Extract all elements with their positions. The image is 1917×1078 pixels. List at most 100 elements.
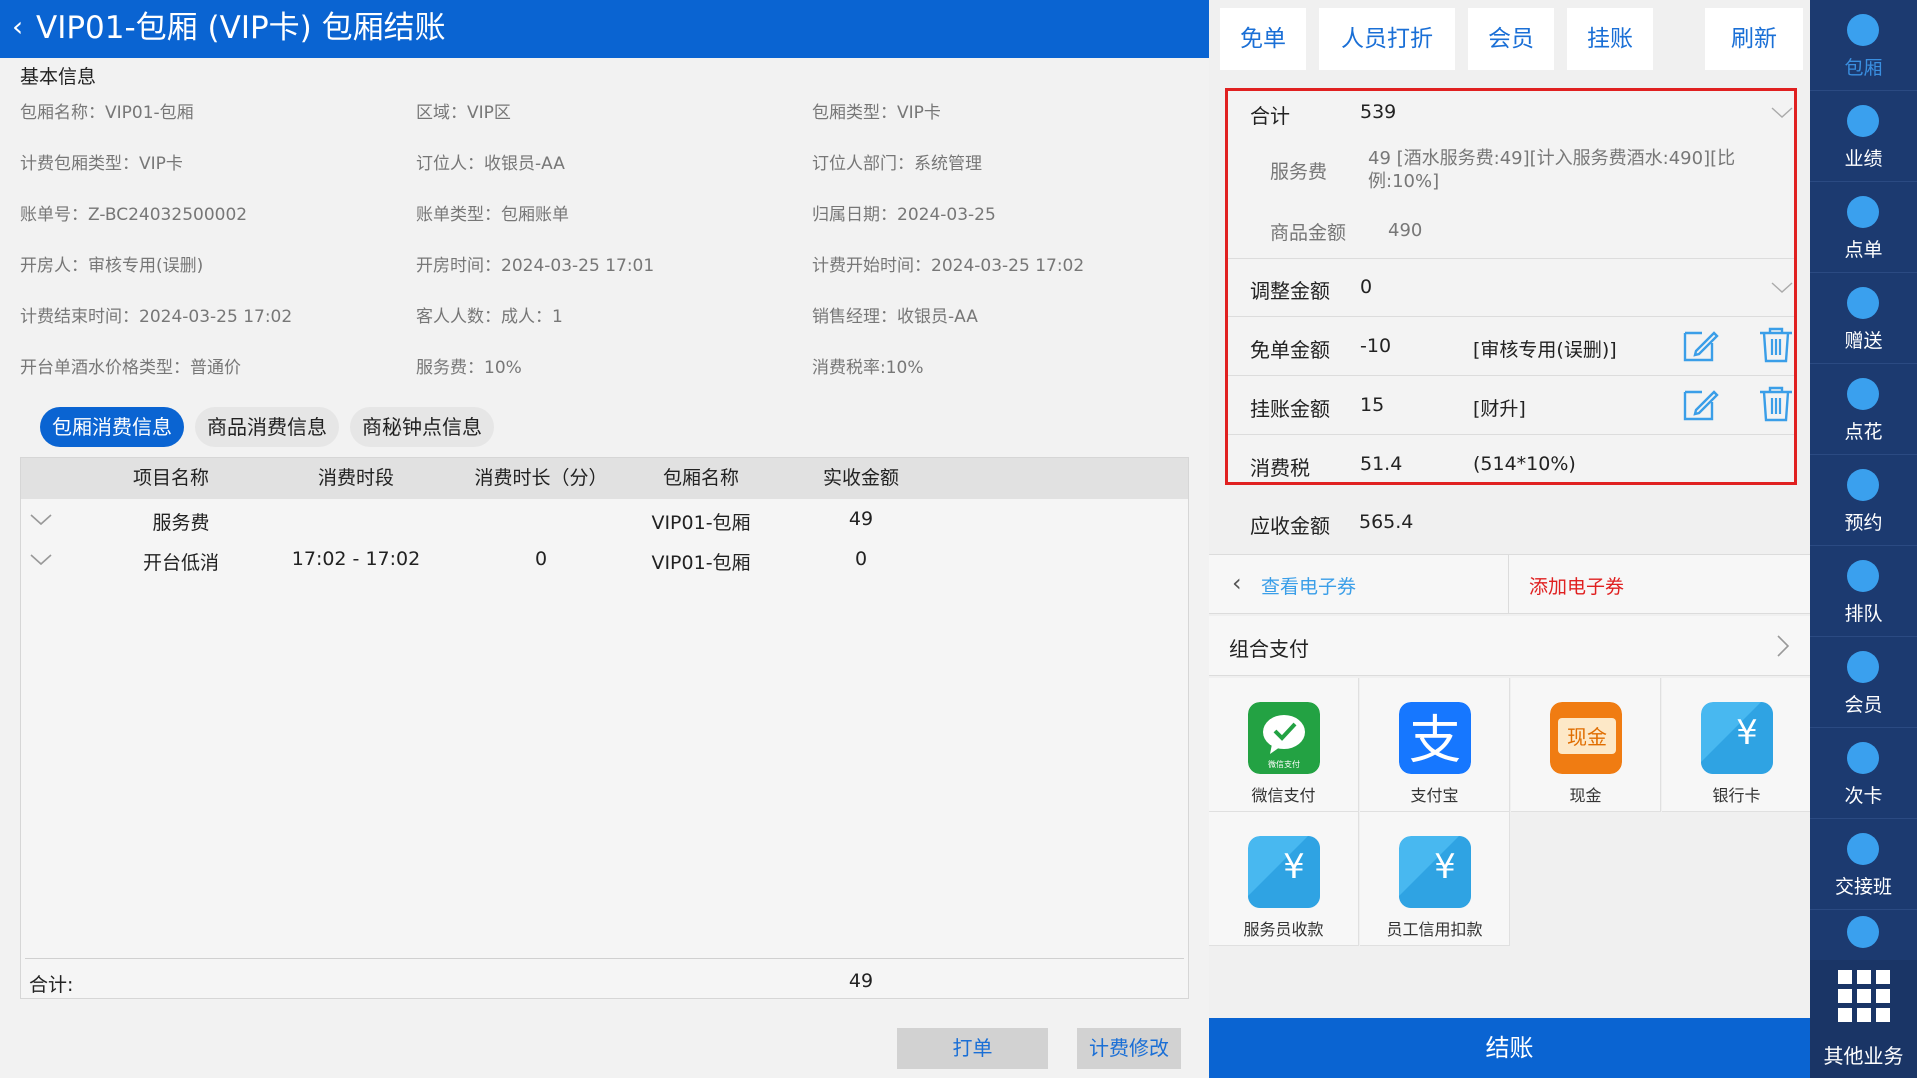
pay-alipay[interactable]: 支 支付宝	[1360, 678, 1510, 812]
free-amount-note: [审核专用(误删)]	[1473, 339, 1617, 361]
goods-amount-value: 490	[1388, 220, 1423, 241]
table-cell: 0	[534, 548, 548, 570]
pay-waiter[interactable]: ¥ 服务员收款	[1209, 812, 1359, 946]
staff-discount-button[interactable]: 人员打折	[1319, 8, 1455, 70]
sidebar-item-rooms[interactable]: 包厢	[1810, 0, 1917, 91]
shift-handover-icon	[1847, 833, 1879, 865]
view-coupon-link[interactable]: ‹ 查看电子券	[1209, 555, 1507, 613]
sidebar-item-flowers[interactable]: 点花	[1810, 364, 1917, 455]
sidebar-item-reservation[interactable]: 预约	[1810, 455, 1917, 546]
adjust-amount-value: 0	[1360, 276, 1373, 298]
alipay-icon: 支	[1399, 702, 1471, 774]
sidebar-item-member[interactable]: 会员	[1810, 637, 1917, 728]
credit-account-button[interactable]: 挂账	[1567, 8, 1653, 70]
chevron-left-icon: ‹	[1232, 569, 1242, 597]
chevron-left-icon[interactable]: ‹	[12, 12, 23, 42]
delete-icon[interactable]	[1756, 325, 1796, 365]
combo-pay-row[interactable]: 组合支付	[1209, 616, 1810, 676]
bank-card-icon-text: ¥	[1736, 713, 1758, 753]
tab-goods-consumption[interactable]: 商品消费信息	[195, 407, 339, 447]
consumption-table: 项目名称 消费时段 消费时长（分） 包厢名称 实收金额 服务费 VIP01-包厢…	[20, 457, 1189, 999]
payment-panel: 免单 人员打折 会员 挂账 刷新 合计 539 服务费 49 [酒水服务费:49…	[1209, 0, 1812, 1078]
chevron-down-icon[interactable]	[1770, 276, 1794, 300]
refresh-button[interactable]: 刷新	[1705, 8, 1803, 70]
pay-bank-card[interactable]: ¥ 银行卡	[1662, 678, 1812, 812]
service-fee-label: 服务费	[1270, 161, 1328, 183]
sidebar-item-report[interactable]	[1810, 910, 1917, 950]
table-cell: 开台低消	[142, 552, 219, 574]
table-cell: 服务费	[152, 512, 210, 534]
bill-summary: 合计 539 服务费 49 [酒水服务费:49][计入服务费酒水:490][比例…	[1225, 88, 1797, 485]
table-header: 项目名称 消费时段 消费时长（分） 包厢名称 实收金额	[21, 458, 1188, 499]
info-field: 计费开始时间：2024-03-25 17:02	[812, 256, 1085, 276]
sidebar-item-order[interactable]: 点单	[1810, 182, 1917, 273]
member-icon	[1847, 651, 1879, 683]
rooms-icon	[1847, 14, 1879, 46]
free-order-button[interactable]: 免单	[1220, 8, 1306, 70]
sidebar-item-label: 交接班	[1834, 876, 1892, 898]
queue-icon	[1847, 560, 1879, 592]
edit-icon[interactable]	[1680, 325, 1720, 365]
bill-detail-panel: ‹ VIP01-包厢 (VIP卡) 包厢结账 基本信息 包厢名称：VIP01-包…	[0, 0, 1209, 1078]
tab-room-consumption[interactable]: 包厢消费信息	[40, 407, 184, 447]
receivable-value: 565.4	[1359, 511, 1414, 533]
chevron-right-icon	[1777, 635, 1790, 657]
column-header: 实收金额	[822, 467, 899, 489]
divider	[1228, 375, 1794, 376]
column-header: 消费时长（分）	[474, 467, 608, 489]
combo-pay-label: 组合支付	[1229, 637, 1309, 661]
sidebar-item-label: 点花	[1844, 421, 1883, 443]
table-footer-total: 49	[848, 970, 874, 992]
pay-staff-credit[interactable]: ¥ 员工信用扣款	[1360, 812, 1510, 946]
tax-note: (514*10%)	[1473, 453, 1576, 475]
performance-icon	[1847, 105, 1879, 137]
staff-credit-icon-text: ¥	[1434, 847, 1456, 887]
pay-wechat[interactable]: 微信支付 微信支付	[1209, 678, 1359, 812]
info-field: 消费税率:10%	[812, 358, 924, 378]
sidebar-item-label: 排队	[1844, 603, 1883, 625]
view-coupon-label: 查看电子券	[1261, 576, 1357, 598]
column-header: 项目名称	[132, 467, 209, 489]
pay-label: 现金	[1569, 786, 1602, 805]
add-coupon-label: 添加电子券	[1529, 576, 1625, 598]
info-field: 服务费：10%	[416, 358, 522, 378]
tab-secretary-hours[interactable]: 商秘钟点信息	[350, 407, 494, 447]
print-bill-button[interactable]: 打单	[897, 1028, 1048, 1069]
info-field: 包厢名称：VIP01-包厢	[20, 103, 194, 123]
sidebar-item-queue[interactable]: 排队	[1810, 546, 1917, 637]
sidebar-item-punch-card[interactable]: 次卡	[1810, 728, 1917, 819]
add-coupon-link[interactable]: 添加电子券	[1509, 555, 1809, 613]
chevron-down-icon[interactable]	[1770, 101, 1794, 125]
info-field: 计费包厢类型：VIP卡	[20, 154, 183, 174]
pay-label: 服务员收款	[1243, 920, 1324, 939]
free-amount-label: 免单金额	[1250, 338, 1330, 362]
cash-icon: 现金	[1550, 702, 1622, 774]
total-label: 合计	[1250, 104, 1290, 128]
edit-icon[interactable]	[1680, 384, 1720, 424]
wechat-pay-icon: 微信支付	[1248, 702, 1320, 774]
member-button[interactable]: 会员	[1468, 8, 1554, 70]
wechat-pay-icon-text: 微信支付	[1268, 759, 1300, 769]
report-icon	[1847, 916, 1879, 948]
checkout-button[interactable]: 结账	[1209, 1018, 1810, 1078]
waiter-collect-icon-text: ¥	[1283, 847, 1305, 887]
sidebar-item-performance[interactable]: 业绩	[1810, 91, 1917, 182]
sidebar-item-label: 赠送	[1844, 330, 1883, 352]
pay-cash[interactable]: 现金 现金	[1511, 678, 1661, 812]
sidebar-item-shift-handover[interactable]: 交接班	[1810, 819, 1917, 910]
basic-info-title: 基本信息	[20, 66, 97, 88]
cash-icon-text: 现金	[1567, 725, 1607, 749]
info-field: 客人人数：成人：1	[416, 307, 563, 327]
modify-billing-button[interactable]: 计费修改	[1077, 1028, 1181, 1069]
coupon-bar: ‹ 查看电子券 添加电子券	[1209, 554, 1810, 614]
table-footer-label: 合计:	[29, 974, 74, 996]
chevron-down-icon[interactable]	[29, 548, 53, 572]
sidebar-item-other[interactable]: 其他业务	[1810, 960, 1917, 1078]
punch-card-icon	[1847, 742, 1879, 774]
delete-icon[interactable]	[1756, 384, 1796, 424]
credit-amount-note: [财升]	[1473, 398, 1526, 420]
column-header: 包厢名称	[662, 467, 739, 489]
sidebar-item-label: 业绩	[1844, 148, 1883, 170]
sidebar-item-gift[interactable]: 赠送	[1810, 273, 1917, 364]
chevron-down-icon[interactable]	[29, 508, 53, 532]
